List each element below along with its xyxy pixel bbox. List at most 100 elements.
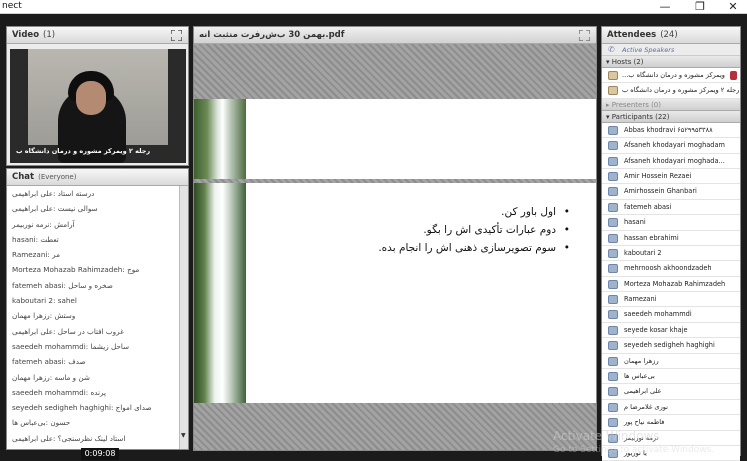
video-pod-header: Video (1) — [7, 27, 188, 44]
fullscreen-icon[interactable] — [579, 30, 590, 41]
participant-name: علی ابراهیمی — [624, 387, 662, 396]
participant-name: fatemeh abasi — [624, 202, 672, 211]
participant-name: Abbas khodravi ۶۵۲۹۹۵۳۳۸۸ — [624, 125, 713, 134]
participant-icon — [608, 341, 618, 351]
presenters-section-header[interactable]: ▸ Presenters (0) — [602, 98, 740, 111]
hosts-section-header[interactable]: ▾ Hosts (2) — [602, 56, 740, 68]
close-button[interactable]: ✕ — [718, 0, 747, 14]
maximize-button[interactable]: ❐ — [685, 0, 715, 14]
participant-icon — [608, 295, 618, 305]
waterfall-image — [194, 99, 246, 179]
participant-name: فاطمه نیاح پور — [624, 418, 665, 427]
participant-name: kaboutari 2 — [624, 248, 662, 257]
chat-message: شن و ماسه :رزهرا مهمان — [12, 372, 90, 382]
participant-icon — [608, 310, 618, 320]
scroll-down-icon[interactable]: ▼ — [181, 432, 186, 439]
video-name-label: رجله ۲ ویمرکز مشوره و درمان دانشگاه ب — [16, 147, 151, 155]
participant-icon — [608, 402, 618, 412]
host-row[interactable]: رجله ۲ ویمرکز مشوره و درمان دانشگاه ب — [602, 83, 740, 99]
participant-row[interactable]: fatemeh abasi — [602, 199, 740, 216]
presenters-label: Presenters (0) — [611, 100, 661, 109]
participant-row[interactable]: نوری غلامرضا م — [602, 399, 740, 416]
participant-name: hasani — [624, 218, 646, 227]
participant-row[interactable]: hassan ebrahimi — [602, 230, 740, 246]
participant-row[interactable]: seyede kosar khaje — [602, 322, 740, 339]
chat-message: آرامش :نرمه نوربیمر — [12, 219, 75, 229]
chat-message: حسون :بی‌عباس ها — [12, 418, 71, 428]
hosts-label: Hosts (2) — [611, 58, 644, 66]
video-pod: Video (1) رجله ۲ ویمرکز مشوره و درمان دان… — [6, 26, 189, 166]
participant-row[interactable]: علی ابراهیمی — [602, 384, 740, 400]
participant-name: saeedeh mohammdi — [624, 310, 692, 319]
participant-name: seyedeh sedigheh haghighi — [624, 341, 715, 350]
webcam-feed[interactable]: رجله ۲ ویمرکز مشوره و درمان دانشگاه ب — [10, 49, 186, 163]
active-speakers-label: Active Speakers — [622, 46, 675, 54]
participant-icon — [608, 156, 618, 166]
chat-pod: Chat (Everyone) درسته استاد :علی ابراهیمی… — [6, 168, 189, 450]
participant-name: رزهرا مهمان — [624, 356, 659, 365]
participant-icon — [608, 171, 618, 181]
speaker-icon: ✆ — [608, 45, 615, 54]
participant-row[interactable]: Morteza Mohazab Rahimzadeh — [602, 276, 740, 293]
participant-row[interactable]: mehrnoosh akhoondzadeh — [602, 261, 740, 277]
participant-name: بی‌عباس ها — [624, 372, 655, 381]
chat-message: استاد لینک نظرسنجی؟ :علی ابراهیمی — [12, 433, 126, 443]
participant-row[interactable]: saeedeh mohammdi — [602, 307, 740, 323]
chat-message: سوالی نیست :علی ابراهیمی — [12, 204, 98, 214]
host-row[interactable]: ...ویمرکز مشوره و درمان دانشگاه ب — [602, 68, 740, 84]
participant-row[interactable]: seyedeh sedigheh haghighi — [602, 338, 740, 354]
participant-row[interactable]: hasani — [602, 215, 740, 231]
participant-icon — [608, 372, 618, 382]
host-name: ...ویمرکز مشوره و درمان دانشگاه ب — [622, 71, 725, 79]
participant-row[interactable]: رزهرا مهمان — [602, 353, 740, 370]
participants-section-header[interactable]: ▾ Participants (22) — [602, 110, 740, 123]
attendees-pod-header: Attendees (24) — [602, 27, 740, 44]
attendees-count: (24) — [660, 30, 678, 40]
participant-row[interactable]: kaboutari 2 — [602, 245, 740, 262]
participant-icon — [608, 356, 618, 366]
participant-icon — [608, 418, 618, 428]
participant-row[interactable]: Abbas khodravi ۶۵۲۹۹۵۳۳۸۸ — [602, 122, 740, 139]
microphone-icon — [730, 71, 737, 80]
chat-scope: (Everyone) — [38, 173, 77, 181]
participant-icon — [608, 141, 618, 151]
app-title: nect — [2, 1, 22, 11]
activation-watermark-sub: Go to Settings to activate Windows. — [553, 445, 715, 455]
chat-scrollbar[interactable]: ▼ — [179, 186, 188, 449]
participant-row[interactable]: بی‌عباس ها — [602, 369, 740, 385]
host-name: رجله ۲ ویمرکز مشوره و درمان دانشگاه ب — [622, 86, 740, 95]
participant-name: نوری غلامرضا م — [624, 402, 669, 411]
participants-label: Participants (22) — [611, 112, 670, 121]
slide-bullets: اول باور کن. دوم عبارات تأکیدی اش را بگو… — [310, 203, 570, 257]
document-viewer[interactable]: اول باور کن. دوم عبارات تأکیدی اش را بگو… — [194, 44, 596, 450]
participant-name: Morteza Mohazab Rahimzadeh — [624, 279, 726, 288]
participant-row[interactable]: Amir Hossein Rezaei — [602, 168, 740, 185]
chat-message: saeedeh mohammdi: ساحل زیشما — [12, 341, 130, 351]
share-pod: بهمن 30 ب‌ش‌رفرت منثبت انه.pdf اول باور … — [193, 26, 597, 451]
participant-row[interactable]: Ramezani — [602, 292, 740, 308]
participant-icon — [608, 325, 618, 335]
attendees-title: Attendees — [607, 30, 657, 40]
minimize-button[interactable]: — — [650, 0, 680, 14]
fullscreen-icon[interactable] — [171, 30, 182, 41]
bullet-item: اول باور کن. — [310, 203, 570, 221]
participant-row[interactable]: Afsaneh khodayari moghadam — [602, 138, 740, 154]
chat-messages: درسته استاد :علی ابراهیمی سوالی نیست :عل… — [7, 186, 180, 449]
participant-icon — [608, 264, 618, 274]
participant-row[interactable]: Amirhossein Ghanbari — [602, 184, 740, 200]
participant-icon — [608, 233, 618, 243]
waterfall-image — [194, 183, 246, 403]
active-speakers[interactable]: ✆ Active Speakers — [602, 44, 740, 56]
video-count: (1) — [43, 30, 56, 40]
participant-name: Amirhossein Ghanbari — [624, 187, 697, 196]
chat-pod-title: Chat — [12, 172, 35, 182]
slide-page: اول باور کن. دوم عبارات تأکیدی اش را بگو… — [194, 183, 596, 403]
chat-message: kaboutari 2: sahel — [12, 296, 77, 306]
app-titlebar: nect — ❐ ✕ — [0, 0, 747, 14]
participant-icon — [608, 218, 618, 228]
participant-icon — [608, 279, 618, 289]
chat-message: Morteza Mohazab Rahimzadeh: موج — [12, 265, 140, 275]
video-pod-title: Video — [12, 30, 40, 40]
host-icon — [608, 71, 618, 80]
participant-row[interactable]: Afsaneh khodayari moghada... — [602, 153, 740, 169]
